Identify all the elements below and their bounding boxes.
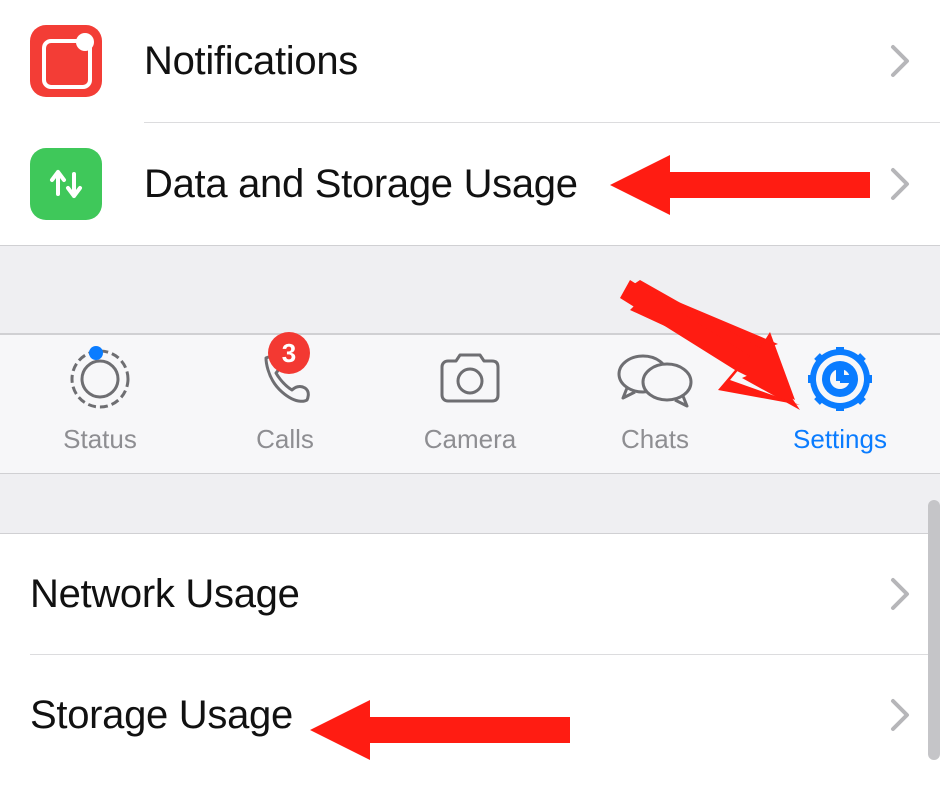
row-label: Data and Storage Usage — [144, 162, 890, 207]
camera-icon — [434, 349, 506, 409]
settings-row-data-storage[interactable]: Data and Storage Usage — [0, 123, 940, 245]
tab-label: Settings — [793, 424, 887, 455]
section-separator — [0, 474, 940, 534]
settings-row-notifications[interactable]: Notifications — [0, 0, 940, 122]
tab-label: Chats — [621, 424, 689, 455]
scrollbar[interactable] — [928, 500, 940, 760]
chats-icon — [615, 348, 695, 410]
tab-camera[interactable]: Camera — [400, 344, 540, 455]
row-label: Notifications — [144, 39, 890, 84]
calls-badge-count: 3 — [282, 338, 296, 369]
data-usage-icon — [30, 148, 102, 220]
chevron-right-icon — [890, 167, 910, 201]
status-unread-dot — [89, 346, 103, 360]
tab-calls[interactable]: 3 Calls — [215, 344, 355, 455]
chevron-right-icon — [890, 577, 910, 611]
tab-status[interactable]: Status — [30, 344, 170, 455]
tab-bar: Status 3 Calls Camera — [0, 334, 940, 474]
tab-settings[interactable]: Settings — [770, 344, 910, 455]
row-storage-usage[interactable]: Storage Usage — [0, 655, 940, 775]
chevron-right-icon — [890, 698, 910, 732]
row-label: Storage Usage — [30, 693, 890, 738]
tab-chats[interactable]: Chats — [585, 344, 725, 455]
notifications-icon — [30, 25, 102, 97]
section-separator — [0, 245, 940, 334]
row-network-usage[interactable]: Network Usage — [0, 534, 940, 654]
gear-icon — [806, 345, 874, 413]
settings-list: Notifications Data and Storage Usage — [0, 0, 940, 245]
row-label: Network Usage — [30, 572, 890, 617]
tab-label: Status — [63, 424, 137, 455]
chevron-right-icon — [890, 44, 910, 78]
tab-label: Camera — [424, 424, 516, 455]
usage-list: Network Usage Storage Usage — [0, 534, 940, 775]
calls-badge: 3 — [268, 332, 310, 374]
tab-label: Calls — [256, 424, 314, 455]
